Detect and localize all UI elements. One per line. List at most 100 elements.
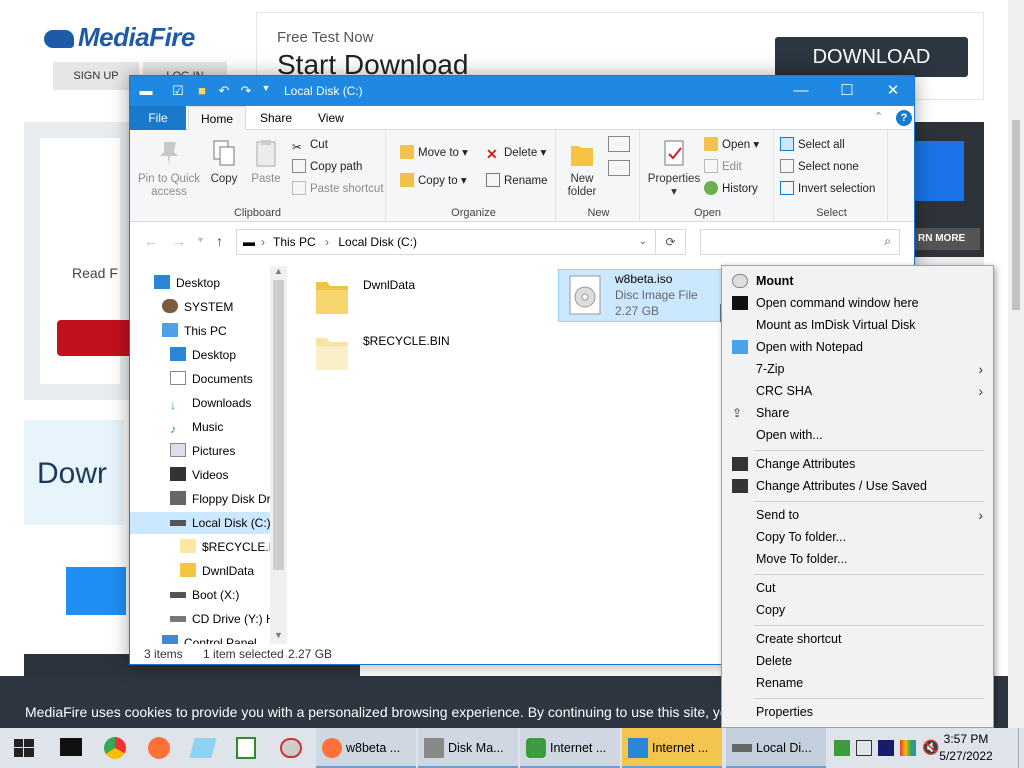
nav-item-control-panel[interactable]: Control Panel (162, 632, 257, 644)
invert-selection-button[interactable]: Invert selection (780, 180, 875, 198)
minimize-button[interactable]: — (778, 76, 824, 106)
copy-path-button[interactable]: Copy path (292, 158, 362, 176)
nav-item-system[interactable]: SYSTEM (162, 296, 233, 318)
menu-change-attributes[interactable]: Change Attributes (722, 453, 993, 475)
tab-file[interactable]: File (130, 106, 186, 130)
tab-share[interactable]: Share (248, 106, 304, 130)
nav-item-desktop-2[interactable]: Desktop (170, 344, 236, 366)
nav-item-dwnldata[interactable]: DwnlData (180, 560, 254, 582)
select-all-button[interactable]: Select all (780, 136, 845, 154)
menu-change-attributes-saved[interactable]: Change Attributes / Use Saved (722, 475, 993, 497)
tab-home[interactable]: Home (188, 106, 247, 130)
tab-view[interactable]: View (306, 106, 356, 130)
chrome-icon[interactable] (104, 737, 126, 759)
properties-button[interactable]: Properties ▾ (646, 138, 702, 199)
nav-item-desktop[interactable]: Desktop (154, 272, 220, 294)
menu-7zip[interactable]: 7-Zip › (722, 358, 993, 380)
menu-move-to-folder[interactable]: Move To folder... (722, 548, 993, 570)
properties-icon[interactable]: ☑ (170, 83, 186, 99)
address-bar[interactable]: ▬ › This PC › Local Disk (C:) ⌄ (236, 229, 656, 255)
search-input[interactable]: ⌕ (700, 229, 900, 255)
up-arrow-icon[interactable]: ↑ (216, 233, 223, 249)
menu-copy-to-folder[interactable]: Copy To folder... (722, 526, 993, 548)
history-button[interactable]: History (704, 180, 758, 198)
easy-access-icon[interactable] (608, 160, 630, 176)
paint-icon[interactable] (280, 738, 302, 758)
tray-color-icon[interactable] (900, 740, 916, 756)
taskbar-app-firefox[interactable]: w8beta ... (316, 728, 416, 768)
select-none-button[interactable]: Select none (780, 158, 859, 176)
red-download-button[interactable] (57, 320, 137, 356)
paste-button[interactable]: Paste (246, 138, 286, 186)
file-item-dwnldata[interactable]: DwnlData (315, 274, 515, 322)
blue-button[interactable] (910, 141, 964, 201)
new-folder-button[interactable]: New folder (562, 138, 602, 199)
collapse-ribbon-icon[interactable]: ⌃ (874, 110, 883, 123)
refresh-button[interactable]: ⟳ (656, 229, 686, 255)
learn-more-button[interactable]: RN MORE (912, 228, 980, 250)
breadcrumb-local-disk[interactable]: Local Disk (C:) (338, 235, 417, 249)
notepad-plus-icon[interactable] (236, 737, 256, 759)
show-desktop-button[interactable] (1018, 728, 1024, 768)
ad-download-button[interactable]: DOWNLOAD (775, 37, 968, 77)
nav-item-boot[interactable]: Boot (X:) (170, 584, 239, 606)
maximize-button[interactable]: ☐ (824, 76, 870, 106)
tray-display-icon[interactable] (878, 740, 894, 756)
help-icon[interactable]: ? (896, 110, 912, 126)
nav-item-downloads[interactable]: ↓ Downloads (170, 392, 251, 414)
nav-scroll-thumb[interactable] (273, 280, 284, 570)
delete-button[interactable]: ✕ Delete ▾ (486, 144, 546, 162)
page-scrollbar[interactable] (1008, 0, 1024, 728)
edit-button[interactable]: Edit (704, 158, 742, 176)
paste-shortcut-button[interactable]: Paste shortcut (292, 180, 384, 198)
menu-share[interactable]: ⇪ Share (722, 402, 993, 424)
taskbar-app-internet-1[interactable]: Internet ... (520, 728, 620, 768)
nav-item-this-pc[interactable]: This PC (162, 320, 227, 342)
tray-monitor-icon[interactable] (856, 740, 872, 756)
undo-icon[interactable]: ↶ (216, 83, 232, 99)
nav-scrollbar[interactable]: ▲ ▼ (270, 266, 287, 644)
open-button[interactable]: Open ▾ (704, 136, 759, 154)
forward-arrow-icon[interactable]: → (172, 233, 186, 249)
system-clock[interactable]: 3:57 PM 5/27/2022 (936, 731, 996, 765)
close-button[interactable]: ✕ (870, 76, 916, 106)
nav-item-local-disk[interactable]: Local Disk (C:) (130, 512, 271, 534)
recent-chevron-icon[interactable]: ▾ (198, 235, 203, 246)
menu-copy[interactable]: Copy (722, 599, 993, 621)
mediafire-logo[interactable]: MediaFire (44, 22, 195, 53)
firefox-icon[interactable] (148, 737, 170, 759)
menu-open-command-window[interactable]: Open command window here (722, 292, 993, 314)
menu-open-with[interactable]: Open with... (722, 424, 993, 446)
rename-button[interactable]: Rename (486, 172, 547, 190)
taskbar-app-internet-2[interactable]: Internet ... (622, 728, 722, 768)
cut-button[interactable]: ✂ Cut (292, 136, 328, 154)
menu-mount[interactable]: Mount (722, 270, 993, 292)
taskbar-app-disk-management[interactable]: Disk Ma... (418, 728, 518, 768)
taskbar-app-local-disk[interactable]: Local Di... (726, 728, 826, 768)
folder-icon[interactable]: ■ (194, 83, 210, 99)
scroll-thumb[interactable] (1012, 120, 1020, 310)
menu-send-to[interactable]: Send to › (722, 504, 993, 526)
command-prompt-icon[interactable] (60, 738, 82, 756)
breadcrumb-this-pc[interactable]: This PC (273, 235, 316, 249)
tray-network-app-icon[interactable] (834, 740, 850, 756)
title-bar[interactable]: ▬ ☑ ■ ↶ ↷ ▼ Local Disk (C:) — ☐ ✕ (130, 76, 914, 106)
menu-properties[interactable]: Properties (722, 701, 993, 723)
back-arrow-icon[interactable]: ← (144, 233, 158, 249)
copy-to-button[interactable]: Copy to ▾ (400, 172, 467, 190)
signup-button[interactable]: SIGN UP (53, 62, 139, 90)
menu-cut[interactable]: Cut (722, 577, 993, 599)
copy-button[interactable]: Copy (206, 138, 242, 186)
new-item-icon[interactable] (608, 136, 630, 152)
move-to-button[interactable]: Move to ▾ (400, 144, 468, 162)
chevron-down-icon[interactable]: ⌄ (639, 230, 647, 254)
menu-open-with-notepad[interactable]: Open with Notepad (722, 336, 993, 358)
menu-crc-sha[interactable]: CRC SHA › (722, 380, 993, 402)
redo-icon[interactable]: ↷ (238, 83, 254, 99)
nav-item-cd-drive[interactable]: CD Drive (Y:) H (170, 608, 275, 630)
nav-item-documents[interactable]: Documents (170, 368, 253, 390)
nav-item-videos[interactable]: Videos (170, 464, 228, 486)
blue-download-button[interactable] (66, 567, 126, 615)
chevron-down-icon[interactable]: ▼ (258, 83, 274, 99)
menu-delete[interactable]: Delete (722, 650, 993, 672)
